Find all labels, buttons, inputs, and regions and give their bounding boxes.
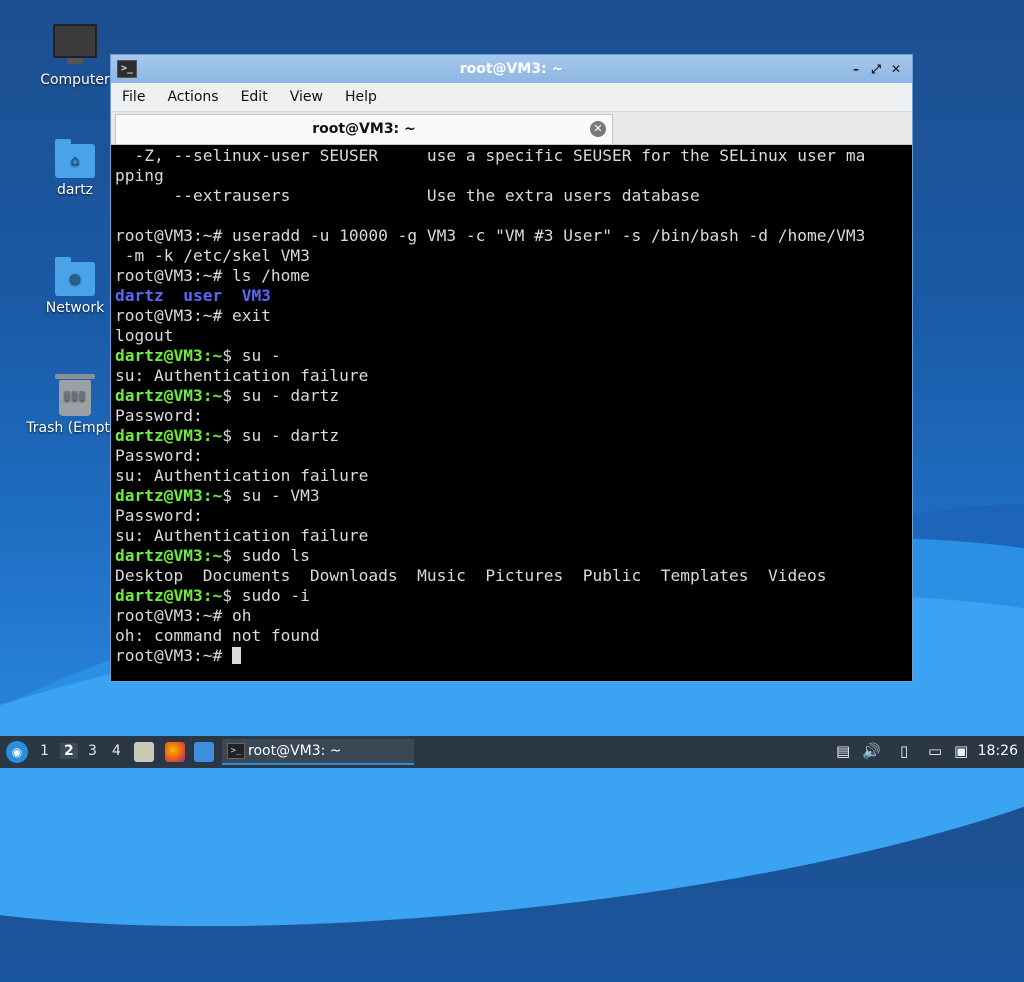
workspace-4[interactable]: 4 xyxy=(112,743,121,759)
terminal-text: root@VM3:~# ls /home xyxy=(115,266,310,285)
terminal-text: $ sudo -i xyxy=(222,586,310,605)
menu-edit[interactable]: Edit xyxy=(230,83,279,111)
tab-label: root@VM3: ~ xyxy=(312,121,416,137)
terminal-text: pping xyxy=(115,166,164,185)
workspace-3[interactable]: 3 xyxy=(88,743,97,759)
file-manager-icon[interactable] xyxy=(134,742,154,762)
terminal-line: Password: xyxy=(115,506,912,526)
firefox-icon[interactable] xyxy=(165,742,185,762)
terminal-line: -m -k /etc/skel VM3 xyxy=(115,246,912,266)
update-icon[interactable]: ▣ xyxy=(954,742,968,760)
terminal-line: logout xyxy=(115,326,912,346)
workspace-2[interactable]: 2 xyxy=(60,743,78,759)
menu-bar: File Actions Edit View Help xyxy=(111,83,912,112)
prompt-user: dartz@VM3:~ xyxy=(115,386,223,405)
notes-icon[interactable]: ▯ xyxy=(900,742,908,760)
terminal-text: $ su - dartz xyxy=(222,386,340,405)
prompt-user: dartz@VM3:~ xyxy=(115,546,223,565)
terminal-line: su: Authentication failure xyxy=(115,366,912,386)
taskbar-task-terminal[interactable]: >_ root@VM3: ~ xyxy=(222,739,414,765)
terminal-text: -Z, --selinux-user SEUSER use a specific… xyxy=(115,146,866,165)
terminal-text: Password: xyxy=(115,506,203,525)
clock[interactable]: 18:26 xyxy=(978,743,1018,759)
terminal-text: su: Authentication failure xyxy=(115,526,369,545)
window-titlebar[interactable]: >_ root@VM3: ~ – ⤢ ✕ xyxy=(111,55,912,83)
terminal-text: root@VM3:~# exit xyxy=(115,306,271,325)
terminal-window: >_ root@VM3: ~ – ⤢ ✕ File Actions Edit View He… xyxy=(110,54,913,682)
terminal-line: oh: command not found xyxy=(115,626,912,646)
terminal-line: root@VM3:~# useradd -u 10000 -g VM3 -c "… xyxy=(115,226,912,246)
terminal-app-icon[interactable]: >_ xyxy=(117,60,137,78)
terminal-tab[interactable]: root@VM3: ~ ✕ xyxy=(115,114,613,144)
terminal-text: su: Authentication failure xyxy=(115,366,369,385)
workspace-1[interactable]: 1 xyxy=(40,743,49,759)
tab-bar: root@VM3: ~ ✕ xyxy=(111,112,912,145)
volume-icon[interactable]: 🔊 xyxy=(862,742,881,760)
prompt-user: dartz@VM3:~ xyxy=(115,486,223,505)
terminal-text: Password: xyxy=(115,406,203,425)
terminal-line: dartz@VM3:~$ su - dartz xyxy=(115,386,912,406)
terminal-line: dartz@VM3:~$ sudo -i xyxy=(115,586,912,606)
show-desktop-icon[interactable] xyxy=(194,742,214,762)
terminal-line: --extrausers Use the extra users databas… xyxy=(115,186,912,206)
terminal-text: logout xyxy=(115,326,174,345)
prompt-user: dartz@VM3:~ xyxy=(115,426,223,445)
trash-icon xyxy=(55,374,95,416)
terminal-text: --extrausers Use the extra users databas… xyxy=(115,186,700,205)
terminal-line: dartz@VM3:~$ su - dartz xyxy=(115,426,912,446)
clipboard-icon[interactable]: ▤ xyxy=(836,742,850,760)
terminal-line: dartz@VM3:~$ su - xyxy=(115,346,912,366)
menu-view[interactable]: View xyxy=(279,83,334,111)
home-folder-icon: ⌂ xyxy=(55,139,95,178)
terminal-line: su: Authentication failure xyxy=(115,526,912,546)
terminal-output[interactable]: -Z, --selinux-user SEUSER use a specific… xyxy=(115,146,912,681)
terminal-text: $ sudo ls xyxy=(222,546,310,565)
close-button[interactable]: ✕ xyxy=(886,55,906,83)
computer-icon xyxy=(53,24,97,64)
terminal-task-icon: >_ xyxy=(227,743,245,759)
terminal-text: $ su - xyxy=(222,346,281,365)
terminal-text: oh: command not found xyxy=(115,626,320,645)
terminal-line: root@VM3:~# oh xyxy=(115,606,912,626)
menu-actions[interactable]: Actions xyxy=(156,83,229,111)
terminal-line: pping xyxy=(115,166,912,186)
directory-listing: dartz user VM3 xyxy=(115,286,271,305)
terminal-line: su: Authentication failure xyxy=(115,466,912,486)
terminal-text: root@VM3:~# xyxy=(115,646,232,665)
network-icon[interactable]: ▭ xyxy=(928,742,942,760)
terminal-line: Desktop Documents Downloads Music Pictur… xyxy=(115,566,912,586)
task-label: root@VM3: ~ xyxy=(248,743,342,759)
terminal-text: Password: xyxy=(115,446,203,465)
menu-help[interactable]: Help xyxy=(334,83,388,111)
terminal-text: $ su - VM3 xyxy=(222,486,320,505)
terminal-text: -m -k /etc/skel VM3 xyxy=(115,246,310,265)
terminal-line: root@VM3:~# xyxy=(115,646,912,666)
terminal-line: root@VM3:~# ls /home xyxy=(115,266,912,286)
terminal-line: dartz@VM3:~$ sudo ls xyxy=(115,546,912,566)
terminal-line: root@VM3:~# exit xyxy=(115,306,912,326)
start-menu-icon[interactable]: ◉ xyxy=(6,741,28,763)
terminal-line: Password: xyxy=(115,406,912,426)
network-folder-icon: ◍ xyxy=(55,257,95,296)
maximize-button[interactable]: ⤢ xyxy=(866,55,886,83)
terminal-text: root@VM3:~# useradd -u 10000 -g VM3 -c "… xyxy=(115,226,866,245)
terminal-cursor xyxy=(231,647,241,664)
terminal-line: -Z, --selinux-user SEUSER use a specific… xyxy=(115,146,912,166)
menu-file[interactable]: File xyxy=(111,83,156,111)
terminal-text: $ su - dartz xyxy=(222,426,340,445)
terminal-text: su: Authentication failure xyxy=(115,466,369,485)
tab-close-icon[interactable]: ✕ xyxy=(590,121,606,137)
terminal-line: Password: xyxy=(115,446,912,466)
terminal-text: root@VM3:~# oh xyxy=(115,606,252,625)
terminal-text: Desktop Documents Downloads Music Pictur… xyxy=(115,566,827,585)
window-title: root@VM3: ~ xyxy=(459,61,564,77)
taskbar: ◉ 1 2 3 4 >_ root@VM3: ~ ▤ 🔊 ▯ ▭ ▣ 18:26 xyxy=(0,736,1024,768)
prompt-user: dartz@VM3:~ xyxy=(115,346,223,365)
minimize-button[interactable]: – xyxy=(846,55,866,83)
terminal-line: dartz@VM3:~$ su - VM3 xyxy=(115,486,912,506)
prompt-user: dartz@VM3:~ xyxy=(115,586,223,605)
terminal-line: dartz user VM3 xyxy=(115,286,912,306)
